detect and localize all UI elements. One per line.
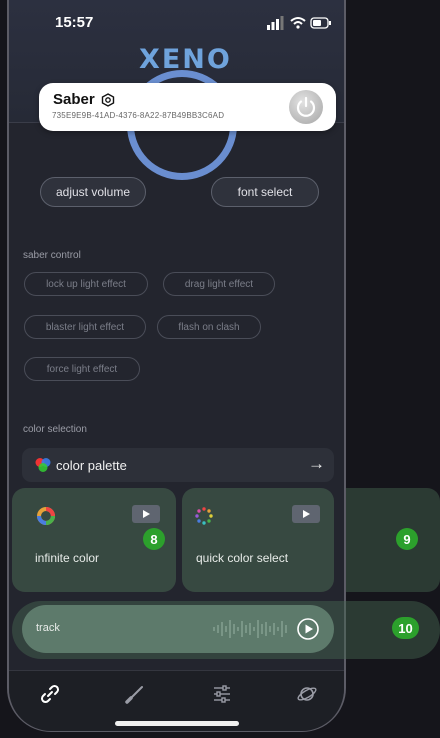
device-card[interactable]: Saber 735E9E9B-41AD-4376-8A22-87B49BB3C6… [39,83,336,131]
play-circle-icon[interactable] [296,617,320,641]
infinite-color-card[interactable]: 8 infinite color [12,488,176,592]
effect-chip-blaster[interactable]: blaster light effect [24,315,146,339]
track-label: track [36,622,60,634]
rgb-circles-icon [35,458,51,472]
power-icon [296,96,316,117]
spinner-icon [195,507,213,525]
status-icons [267,16,331,30]
saber-icon[interactable] [124,683,146,705]
card-extension-band [330,488,440,592]
device-name: Saber [53,91,95,108]
device-id: 735E9E9B-41AD-4376-8A22-87B49BB3C6AD [52,111,225,120]
color-wheel-icon [37,507,55,525]
step-badge-10: 10 [392,617,419,639]
font-select-button[interactable]: font select [211,177,319,207]
home-indicator [115,721,239,726]
play-button[interactable] [292,505,320,523]
waveform-icon [213,620,287,638]
power-button[interactable] [289,90,323,124]
saber-control-label: saber control [23,250,81,261]
settings-hex-icon[interactable] [101,93,115,107]
effect-chip-drag[interactable]: drag light effect [163,272,275,296]
tab-bar [9,670,344,731]
track-row[interactable]: track [22,605,334,653]
effect-chip-flash-on-clash[interactable]: flash on clash [157,315,261,339]
link-icon[interactable] [39,683,61,705]
play-icon [143,510,150,518]
arrow-right-icon: → [308,454,325,473]
color-palette-row[interactable]: color palette → [22,448,334,482]
planet-icon[interactable] [296,683,318,705]
effect-chip-lockup[interactable]: lock up light effect [24,272,148,296]
status-time: 15:57 [55,14,94,31]
play-icon [303,510,310,518]
play-button[interactable] [132,505,160,523]
step-badge-8: 8 [143,528,165,550]
quick-color-select-label: quick color select [196,551,289,565]
infinite-color-label: infinite color [35,551,100,565]
equalizer-icon[interactable] [211,683,233,705]
color-palette-label: color palette [56,458,127,473]
quick-color-select-card[interactable]: quick color select [182,488,334,592]
effect-chip-force[interactable]: force light effect [24,357,140,381]
step-badge-9: 9 [396,528,418,550]
color-selection-label: color selection [23,424,87,435]
adjust-volume-button[interactable]: adjust volume [40,177,146,207]
